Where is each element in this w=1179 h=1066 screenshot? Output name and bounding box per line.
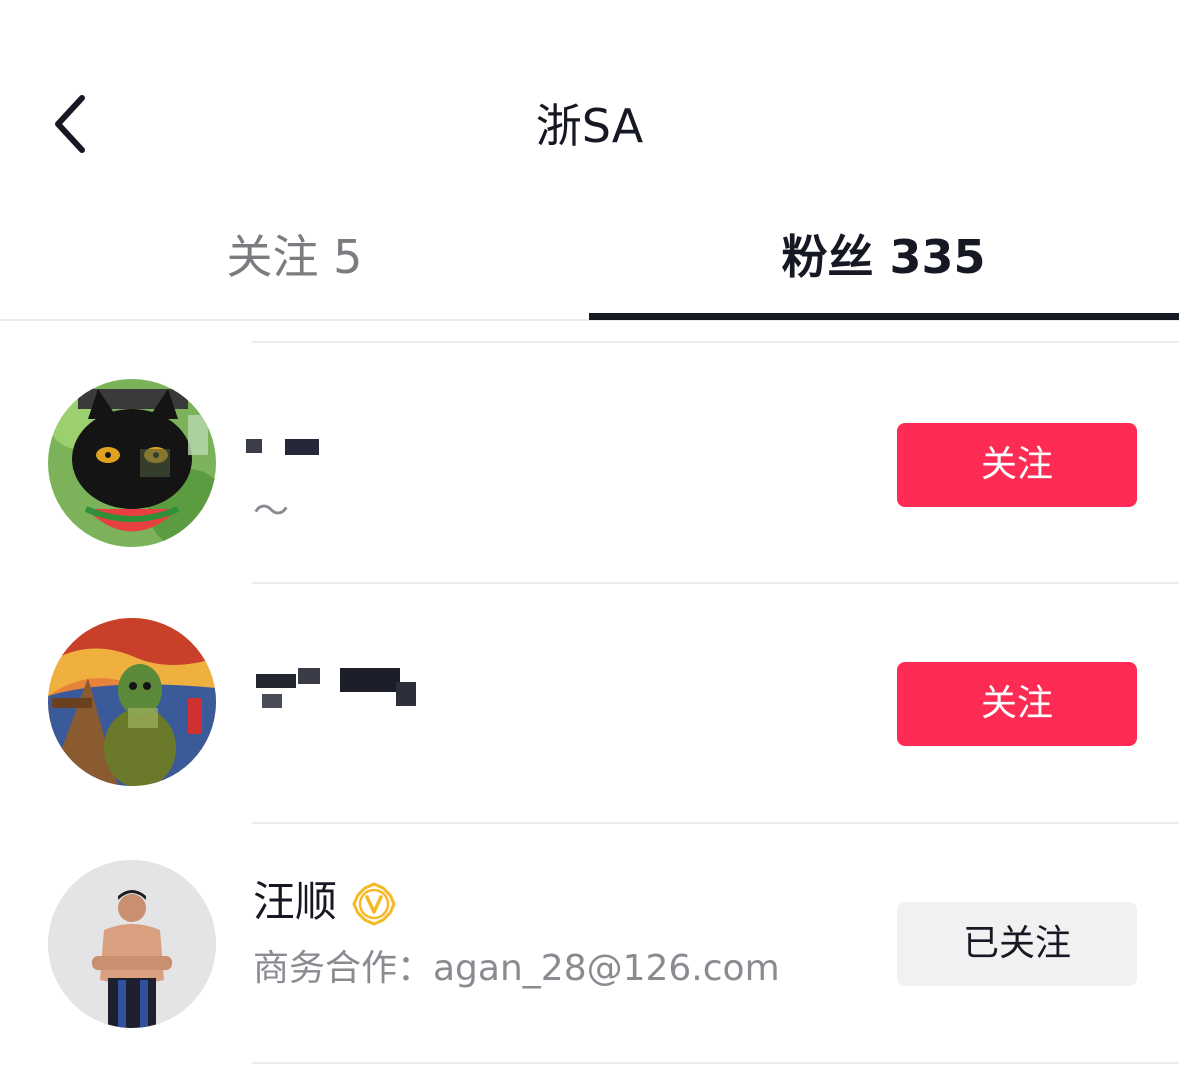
list-item[interactable]: 关注	[0, 584, 1179, 824]
mosaic-block	[340, 668, 400, 692]
top-nav-bar: 浙SA	[0, 0, 1179, 200]
tab-bar: 关注 5 粉丝 335	[0, 200, 1179, 321]
tab-fans[interactable]: 粉丝 335	[589, 224, 1178, 290]
swimmer-photo-avatar	[48, 860, 216, 1028]
avatar[interactable]	[48, 379, 216, 547]
follow-button[interactable]: 关注	[897, 423, 1137, 507]
list-item[interactable]: ～ 关注	[0, 343, 1179, 583]
followed-button[interactable]: 已关注	[897, 902, 1137, 986]
avatar[interactable]	[48, 618, 216, 786]
user-bio: ～	[253, 491, 290, 532]
follow-button[interactable]: 关注	[897, 662, 1137, 746]
mosaic-block	[246, 439, 262, 453]
list-item[interactable]: 汪顺 商务合作：agan_28@126.com 已关注	[0, 824, 1179, 1064]
mosaic-block	[298, 668, 320, 684]
mosaic-block	[396, 682, 416, 706]
scream-painting-avatar	[48, 618, 216, 786]
avatar[interactable]	[48, 860, 216, 1028]
tab-following[interactable]: 关注 5	[0, 224, 589, 290]
mosaic-block	[256, 674, 296, 688]
verified-badge-icon	[352, 882, 396, 926]
mosaic-block	[285, 439, 319, 455]
list-divider	[252, 1062, 1179, 1064]
active-tab-indicator	[589, 313, 1179, 320]
black-cat-watermelon-avatar	[48, 379, 216, 547]
user-bio: 商务合作：agan_28@126.com	[253, 948, 780, 989]
mosaic-block	[262, 694, 282, 708]
page-title: 浙SA	[535, 99, 644, 153]
user-name[interactable]: 汪顺	[253, 876, 337, 928]
